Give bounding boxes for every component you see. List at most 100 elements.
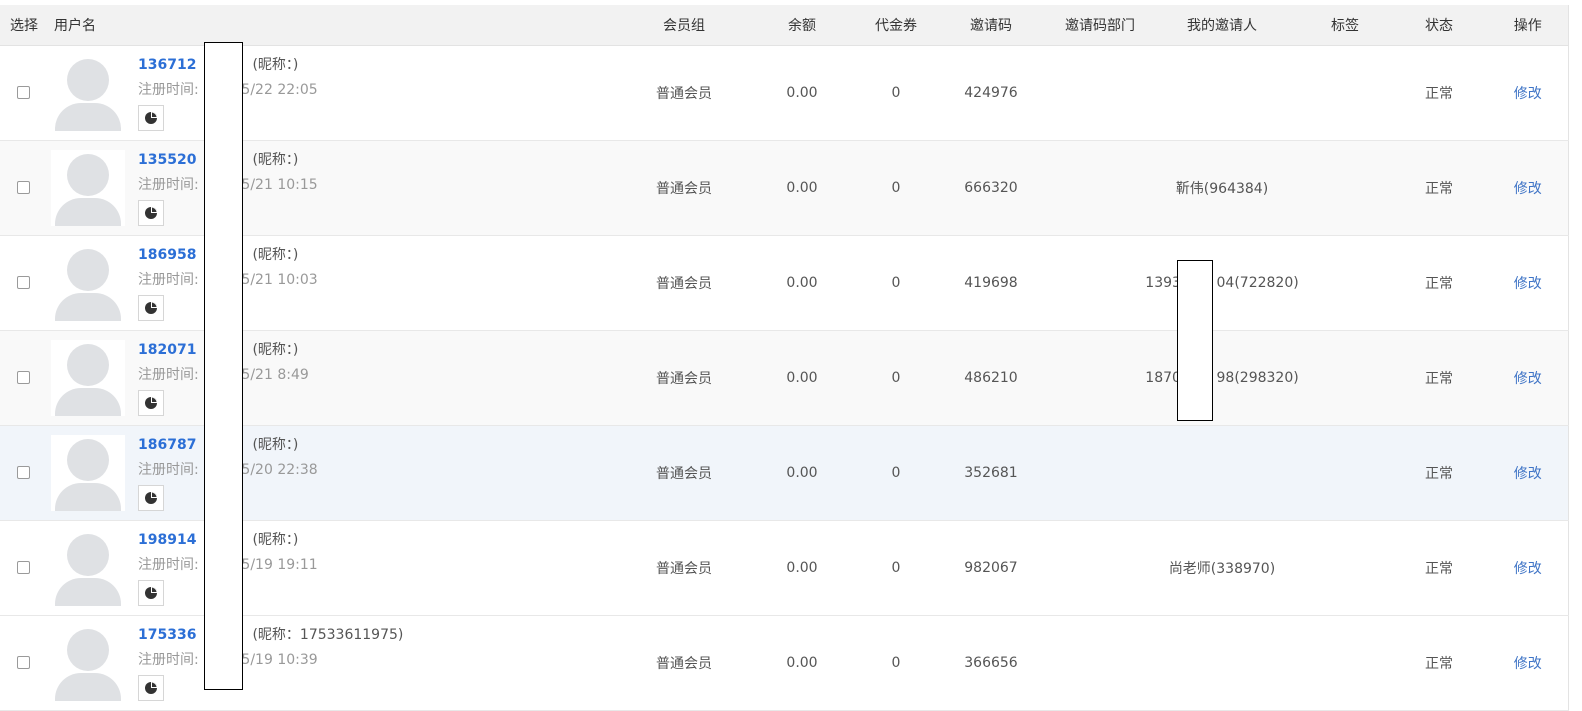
- tag: [1300, 615, 1390, 710]
- row-checkbox[interactable]: [16, 466, 30, 479]
- header-action: 操作: [1488, 5, 1568, 46]
- action-cell: 修改: [1488, 235, 1568, 330]
- member-group: 普通会员: [656, 465, 712, 482]
- edit-link[interactable]: 修改: [1514, 656, 1542, 672]
- voucher: 0: [891, 274, 901, 291]
- stats-button[interactable]: [138, 199, 164, 226]
- balance: 0.00: [786, 179, 818, 196]
- pie-chart-icon: [145, 396, 157, 409]
- status: 正常: [1425, 180, 1453, 197]
- user-cell: 135520 (昵称：) 注册时间: /5/21 10:15: [46, 140, 630, 235]
- user-nickname: (昵称：17533611975): [252, 626, 404, 643]
- action-cell: 修改: [1488, 330, 1568, 425]
- status: 正常: [1425, 85, 1453, 102]
- stats-button[interactable]: [138, 104, 164, 131]
- user-phone-link[interactable]: 198914: [138, 532, 196, 548]
- user-cell: 198914 (昵称：) 注册时间: /5/19 19:11: [46, 520, 630, 615]
- header-username: 用户名: [46, 5, 630, 46]
- member-group: 普通会员: [656, 180, 712, 197]
- stats-button[interactable]: [138, 484, 164, 511]
- row-select-cell: [0, 140, 46, 235]
- invite-dept: [1056, 45, 1144, 140]
- stats-button[interactable]: [138, 579, 164, 606]
- user-cell: 186958 (昵称：) 注册时间: /5/21 10:03: [46, 235, 630, 330]
- action-cell: 修改: [1488, 140, 1568, 235]
- invite-code: 666320: [964, 179, 1018, 196]
- balance: 0.00: [786, 274, 818, 291]
- my-inviter: 尚老师(338970): [1168, 560, 1276, 577]
- invite-dept: [1056, 520, 1144, 615]
- balance: 0.00: [786, 84, 818, 101]
- edit-link[interactable]: 修改: [1514, 466, 1542, 482]
- member-group: 普通会员: [656, 85, 712, 102]
- row-select-cell: [0, 45, 46, 140]
- invite-code: 424976: [964, 84, 1018, 101]
- invite-dept: [1056, 140, 1144, 235]
- register-time-label: 注册时间:: [138, 366, 199, 383]
- stats-button[interactable]: [138, 389, 164, 416]
- user-phone-link[interactable]: 182071: [138, 342, 196, 358]
- row-checkbox[interactable]: [16, 561, 30, 574]
- status: 正常: [1425, 275, 1453, 292]
- user-nickname: (昵称：): [252, 341, 299, 358]
- header-my-inviter: 我的邀请人: [1144, 5, 1300, 46]
- avatar: [51, 54, 125, 131]
- header-group: 会员组: [630, 5, 738, 46]
- row-checkbox[interactable]: [16, 371, 30, 384]
- row-checkbox[interactable]: [16, 656, 30, 669]
- row-checkbox[interactable]: [16, 86, 30, 99]
- edit-link[interactable]: 修改: [1514, 181, 1542, 197]
- invite-code: 486210: [964, 369, 1018, 386]
- pie-chart-icon: [145, 111, 157, 124]
- status: 正常: [1425, 655, 1453, 672]
- edit-link[interactable]: 修改: [1514, 86, 1542, 102]
- row-select-cell: [0, 425, 46, 520]
- user-phone-link[interactable]: 186787: [138, 437, 196, 453]
- pie-chart-icon: [145, 681, 157, 694]
- register-time-value: /5/21 10:15: [236, 176, 318, 193]
- balance: 0.00: [786, 464, 818, 481]
- header-invite-dept: 邀请码部门: [1056, 5, 1144, 46]
- member-group: 普通会员: [656, 655, 712, 672]
- avatar: [51, 529, 125, 606]
- action-cell: 修改: [1488, 425, 1568, 520]
- avatar: [51, 434, 125, 511]
- user-phone-link[interactable]: 136712: [138, 57, 196, 73]
- user-phone-link[interactable]: 175336: [138, 627, 196, 643]
- tag: [1300, 520, 1390, 615]
- redaction-box-username: [204, 42, 243, 690]
- edit-link[interactable]: 修改: [1514, 561, 1542, 577]
- user-phone-link[interactable]: 186958: [138, 247, 196, 263]
- balance: 0.00: [786, 654, 818, 671]
- header-select: 选择: [0, 5, 46, 46]
- register-time-label: 注册时间:: [138, 81, 199, 98]
- voucher: 0: [891, 84, 901, 101]
- user-nickname: (昵称：): [252, 246, 299, 263]
- status: 正常: [1425, 560, 1453, 577]
- voucher: 0: [891, 559, 901, 576]
- invite-code: 982067: [964, 559, 1018, 576]
- member-group: 普通会员: [656, 370, 712, 387]
- voucher: 0: [891, 654, 901, 671]
- invite-code: 352681: [964, 464, 1018, 481]
- edit-link[interactable]: 修改: [1514, 371, 1542, 387]
- my-inviter: 13939 04(722820): [1145, 274, 1299, 291]
- avatar: [51, 624, 125, 701]
- table-header: 选择 用户名 会员组 余额 代金券 邀请码 邀请码部门 我的邀请人 标签 状态 …: [0, 5, 1568, 46]
- voucher: 0: [891, 369, 901, 386]
- action-cell: 修改: [1488, 520, 1568, 615]
- row-checkbox[interactable]: [16, 276, 30, 289]
- row-checkbox[interactable]: [16, 181, 30, 194]
- user-phone-link[interactable]: 135520: [138, 152, 196, 168]
- register-time-label: 注册时间:: [138, 176, 199, 193]
- invite-code: 366656: [964, 654, 1018, 671]
- member-group: 普通会员: [656, 560, 712, 577]
- pie-chart-icon: [145, 491, 157, 504]
- stats-button[interactable]: [138, 674, 164, 701]
- avatar: [51, 149, 125, 226]
- stats-button[interactable]: [138, 294, 164, 321]
- invite-dept: [1056, 615, 1144, 710]
- register-time-label: 注册时间:: [138, 461, 199, 478]
- edit-link[interactable]: 修改: [1514, 276, 1542, 292]
- row-select-cell: [0, 520, 46, 615]
